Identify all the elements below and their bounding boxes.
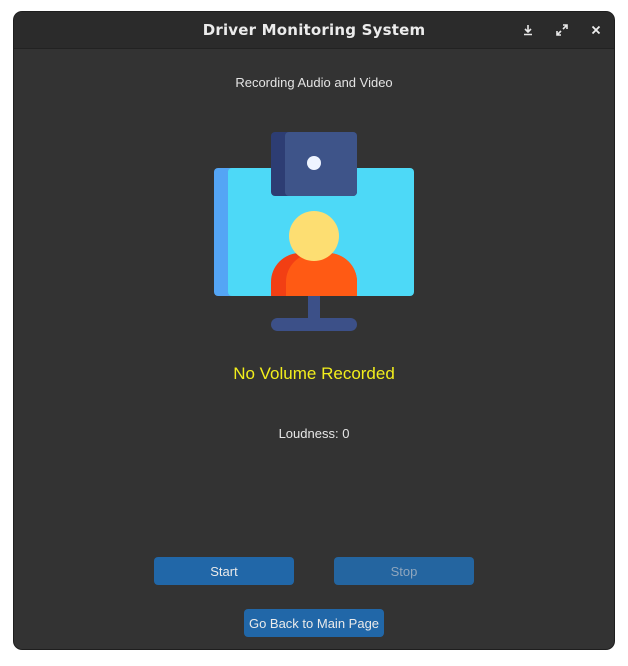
loudness-label: Loudness: [278,426,339,441]
app-window: Driver Monitoring System Recording Audio… [14,12,614,649]
volume-status-text: No Volume Recorded [233,364,395,383]
download-arrow-icon [522,24,534,36]
go-back-button[interactable]: Go Back to Main Page [244,609,384,637]
loudness-readout: Loudness: 0 [14,426,614,441]
loudness-value: 0 [342,426,350,441]
page-subtitle: Recording Audio and Video [235,75,393,90]
close-button[interactable] [586,20,606,40]
stop-button[interactable]: Stop [334,557,474,585]
maximize-button[interactable] [552,20,572,40]
start-button[interactable]: Start [154,557,294,585]
webcam-monitor-person-icon [214,132,414,332]
close-icon [591,25,601,35]
title-bar[interactable]: Driver Monitoring System [14,12,614,49]
minimize-button[interactable] [518,20,538,40]
expand-arrows-icon [556,24,568,36]
